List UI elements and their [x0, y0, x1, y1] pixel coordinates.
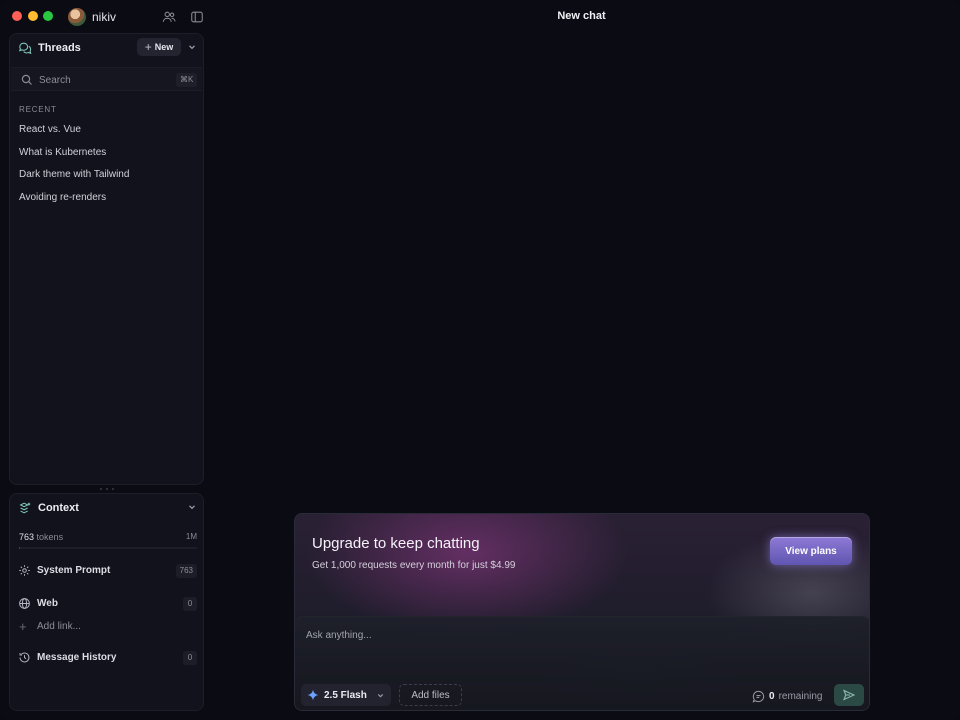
context-row-system-prompt[interactable]: System Prompt 763: [10, 562, 203, 580]
upgrade-subtitle: Get 1,000 requests every month for just …: [312, 560, 516, 571]
gear-icon: [19, 565, 30, 576]
chevron-down-icon[interactable]: [187, 502, 197, 512]
web-label: Web: [37, 598, 58, 609]
thread-item[interactable]: Avoiding re-renders: [10, 186, 203, 209]
token-limit: 1M: [185, 532, 197, 541]
threads-panel: Threads + New ⌘K RECENT React vs. Vue Wh…: [9, 33, 204, 485]
plus-icon: +: [19, 619, 27, 634]
globe-icon: [19, 598, 30, 609]
context-row-message-history[interactable]: Message History 0: [10, 649, 203, 667]
thread-item[interactable]: What is Kubernetes: [10, 141, 203, 164]
add-link-button[interactable]: + Add link...: [10, 619, 203, 635]
token-count: 763: [19, 532, 35, 542]
view-plans-button[interactable]: View plans: [770, 537, 852, 565]
context-title: Context: [38, 502, 79, 514]
message-input-area: 2.5 Flash Add files 0 remaining: [295, 616, 869, 710]
model-name: 2.5 Flash: [324, 689, 367, 701]
token-progress-bar: [19, 547, 197, 549]
tokens-label: tokens: [36, 532, 64, 542]
message-history-label: Message History: [37, 652, 117, 663]
search-input[interactable]: [39, 72, 159, 88]
system-prompt-label: System Prompt: [37, 565, 111, 576]
thread-item[interactable]: React vs. Vue: [10, 118, 203, 141]
history-icon: [19, 652, 30, 663]
token-progress-fill: [19, 547, 20, 549]
chat-bubble-icon: [752, 690, 765, 702]
token-usage: 763 tokens 1M: [19, 532, 197, 542]
model-selector[interactable]: 2.5 Flash: [301, 684, 391, 706]
send-icon: [843, 689, 855, 701]
sparkle-icon: [307, 689, 319, 701]
web-count: 0: [183, 597, 197, 611]
add-link-label: Add link...: [37, 621, 81, 632]
remaining-label: remaining: [778, 690, 823, 702]
search-bar: ⌘K: [11, 67, 202, 91]
message-history-count: 0: [183, 651, 197, 665]
context-stack-icon: [19, 502, 31, 514]
system-prompt-count: 763: [175, 564, 197, 578]
remaining-count: 0: [769, 690, 775, 702]
window-title: New chat: [557, 10, 606, 22]
send-button[interactable]: [834, 684, 864, 706]
app-window: nikiv New chat Threads + New Search ⌘K R…: [0, 0, 960, 720]
thread-list: React vs. Vue What is Kubernetes Dark th…: [10, 118, 203, 208]
search-shortcut-badge: ⌘K: [176, 73, 198, 87]
recent-section-label: RECENT: [19, 105, 57, 114]
upgrade-title: Upgrade to keep chatting: [312, 535, 480, 552]
new-thread-label: New: [154, 42, 174, 52]
add-files-button[interactable]: Add files: [399, 684, 462, 706]
chat-bubbles-icon: [18, 42, 32, 55]
new-thread-button[interactable]: + New: [137, 38, 181, 56]
threads-title: Threads: [38, 42, 81, 54]
remaining-requests: 0 remaining: [752, 689, 822, 703]
threads-header: Threads + New: [10, 34, 203, 62]
thread-item[interactable]: Dark theme with Tailwind: [10, 163, 203, 186]
search-icon: [21, 74, 32, 85]
context-panel: Context 763 tokens 1M System Prompt 763: [9, 493, 204, 711]
chevron-down-icon[interactable]: [187, 42, 197, 52]
message-input[interactable]: [306, 627, 806, 643]
context-row-web[interactable]: Web 0: [10, 595, 203, 613]
plus-icon: +: [144, 40, 152, 54]
panel-resize-handle[interactable]: [100, 487, 114, 491]
composer-card: Upgrade to keep chatting Get 1,000 reque…: [294, 513, 870, 711]
title-bar: nikiv New chat: [0, 0, 960, 34]
context-header[interactable]: Context: [10, 494, 203, 522]
chevron-down-icon: [377, 693, 383, 697]
